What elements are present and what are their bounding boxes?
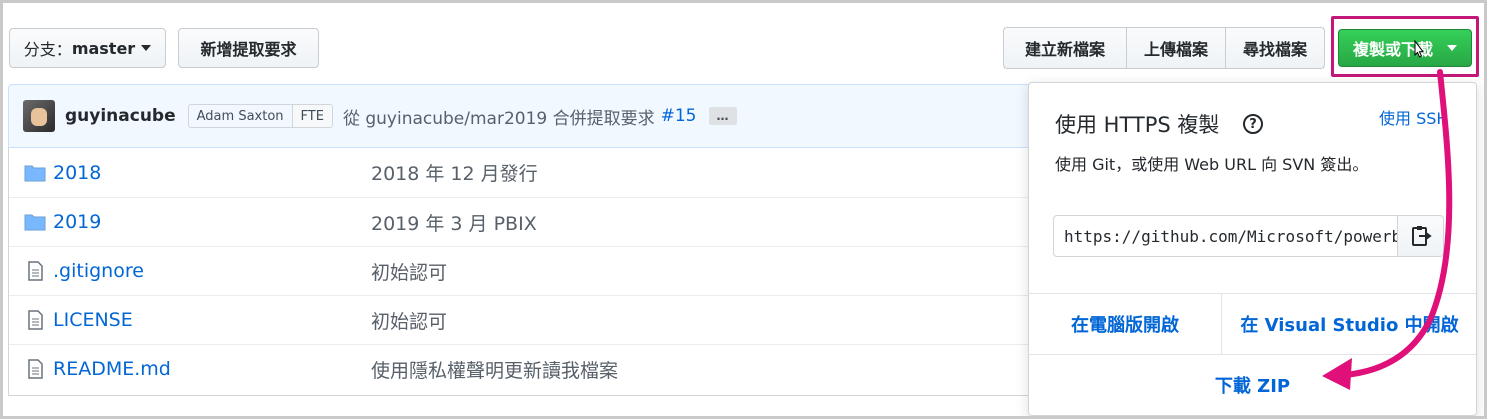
file-icon bbox=[28, 359, 43, 379]
table-row: README.md 使用隱私權聲明更新讀我檔案 bbox=[9, 344, 1108, 393]
upload-files-button[interactable]: 上傳檔案 bbox=[1126, 27, 1226, 69]
file-list: 2018 2018 年 12 月發行 2019 2019 年 3 月 PBIX … bbox=[8, 148, 1108, 396]
clone-dropdown-title: 使用 HTTPS 複製 bbox=[1055, 113, 1220, 137]
pull-request-link[interactable]: #15 bbox=[661, 106, 697, 126]
coauthor-name: Adam Saxton bbox=[196, 108, 284, 124]
file-name-link[interactable]: README.md bbox=[53, 358, 171, 380]
clone-url-group: https://github.com/Microsoft/powerbi-des… bbox=[1053, 215, 1444, 257]
clone-url-input[interactable]: https://github.com/Microsoft/powerbi-des… bbox=[1053, 215, 1398, 257]
clipboard-icon bbox=[1411, 226, 1432, 246]
file-commit-message[interactable]: 初始認可 bbox=[371, 307, 447, 334]
table-row: 2018 2018 年 12 月發行 bbox=[9, 148, 1108, 197]
clone-description: 使用 Git，或使用 Web URL 向 SVN 簽出。 bbox=[1055, 155, 1369, 174]
file-commit-message[interactable]: 初始認可 bbox=[371, 258, 447, 285]
commit-author[interactable]: guyinacube bbox=[65, 106, 176, 126]
commit-message[interactable]: 從 guyinacube/mar2019 合併提取要求 bbox=[343, 104, 655, 129]
file-name-link[interactable]: .gitignore bbox=[53, 260, 144, 282]
file-name-link[interactable]: 2018 bbox=[53, 162, 101, 184]
branch-label: 分支： bbox=[23, 40, 72, 59]
file-icon bbox=[28, 261, 43, 281]
folder-icon bbox=[24, 214, 46, 231]
clone-dropdown: 使用 HTTPS 複製 ? 使用 SSH 使用 Git，或使用 Web URL … bbox=[1028, 82, 1477, 416]
coauthor-badge: Adam Saxton FTE bbox=[187, 104, 333, 128]
file-name-link[interactable]: LICENSE bbox=[53, 309, 133, 331]
branch-select-button[interactable]: 分支： master bbox=[9, 28, 166, 68]
mouse-cursor-icon bbox=[1414, 40, 1424, 58]
open-in-visual-studio-button[interactable]: 在 Visual Studio 中開啟 bbox=[1222, 294, 1477, 354]
folder-icon bbox=[24, 165, 46, 181]
use-ssh-link[interactable]: 使用 SSH bbox=[1379, 105, 1448, 129]
table-row: 2019 2019 年 3 月 PBIX bbox=[9, 197, 1108, 246]
clone-button-highlight: 複製或下載 bbox=[1331, 16, 1479, 77]
file-icon bbox=[28, 310, 43, 330]
download-zip-button[interactable]: 下載 ZIP bbox=[1029, 355, 1476, 415]
new-pull-request-button[interactable]: 新增提取要求 bbox=[178, 28, 319, 68]
file-actions-group: 建立新檔案 上傳檔案 尋找檔案 bbox=[1003, 27, 1325, 69]
file-name-link[interactable]: 2019 bbox=[53, 211, 101, 233]
branch-name: master bbox=[71, 38, 136, 58]
expand-commit-button[interactable]: … bbox=[708, 107, 737, 125]
latest-commit-bar: guyinacube Adam Saxton FTE 從 guyinacube/… bbox=[8, 84, 1108, 148]
coauthor-tag: FTE bbox=[291, 105, 332, 127]
create-new-file-button[interactable]: 建立新檔案 bbox=[1003, 27, 1127, 69]
chevron-down-icon bbox=[141, 45, 152, 51]
file-commit-message[interactable]: 2019 年 3 月 PBIX bbox=[371, 209, 537, 236]
copy-to-clipboard-button[interactable] bbox=[1398, 215, 1444, 257]
file-commit-message[interactable]: 使用隱私權聲明更新讀我檔案 bbox=[371, 356, 618, 383]
open-in-desktop-button[interactable]: 在電腦版開啟 bbox=[1029, 294, 1221, 354]
help-icon[interactable]: ? bbox=[1243, 114, 1263, 134]
table-row: .gitignore 初始認可 bbox=[9, 246, 1108, 295]
file-commit-message[interactable]: 2018 年 12 月發行 bbox=[371, 159, 538, 186]
avatar[interactable] bbox=[23, 100, 55, 132]
chevron-down-icon bbox=[1447, 45, 1457, 51]
find-file-button[interactable]: 尋找檔案 bbox=[1225, 27, 1325, 69]
table-row: LICENSE 初始認可 bbox=[9, 295, 1108, 344]
clone-or-download-button[interactable]: 複製或下載 bbox=[1338, 29, 1472, 67]
